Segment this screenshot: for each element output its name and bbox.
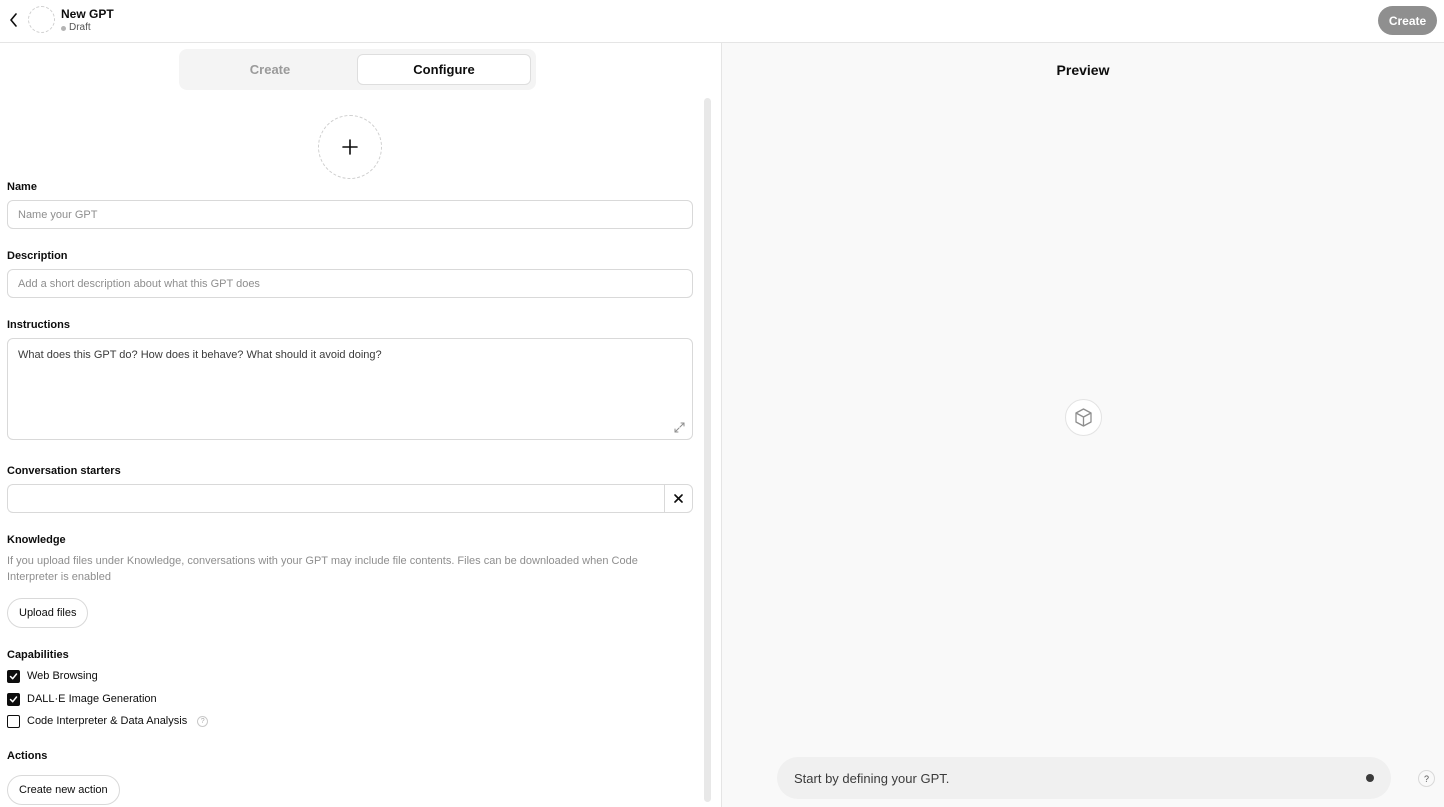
scrollbar[interactable] xyxy=(704,98,711,802)
preview-chat-box xyxy=(777,757,1391,799)
tab-create[interactable]: Create xyxy=(183,54,357,85)
upload-files-button[interactable]: Upload files xyxy=(7,598,89,628)
preview-chat-input[interactable] xyxy=(794,757,1334,799)
conversation-starter-input[interactable] xyxy=(7,484,665,513)
capability-web-browsing[interactable]: Web Browsing xyxy=(7,669,98,683)
expand-icon[interactable] xyxy=(673,421,686,434)
instructions-label: Instructions xyxy=(7,319,70,331)
actions-label: Actions xyxy=(7,750,48,762)
draft-status: Draft xyxy=(61,22,91,34)
create-new-action-button[interactable]: Create new action xyxy=(7,775,120,805)
remove-starter-button[interactable] xyxy=(664,484,693,513)
instructions-textarea[interactable] xyxy=(7,338,693,440)
close-icon xyxy=(674,494,683,503)
description-label: Description xyxy=(7,250,68,262)
gpt-placeholder-logo xyxy=(1065,399,1102,436)
knowledge-label: Knowledge xyxy=(7,534,66,546)
description-input[interactable] xyxy=(7,269,693,298)
status-dot-icon xyxy=(61,25,66,31)
tab-configure[interactable]: Configure xyxy=(357,54,531,85)
chevron-left-icon xyxy=(10,13,17,27)
capability-code-interpreter[interactable]: Code Interpreter & Data Analysis ? xyxy=(7,714,209,728)
name-label: Name xyxy=(7,181,37,193)
web-browsing-checkbox[interactable] xyxy=(7,669,20,683)
mode-tabs: Create Configure xyxy=(179,49,536,90)
check-icon xyxy=(9,695,18,702)
top-bar: New GPT Draft Create xyxy=(0,0,1444,43)
capabilities-label: Capabilities xyxy=(7,649,69,661)
send-icon[interactable] xyxy=(1366,774,1374,782)
code-interpreter-label: Code Interpreter & Data Analysis xyxy=(27,715,188,727)
help-button[interactable]: ? xyxy=(1418,770,1435,787)
conversation-starters-label: Conversation starters xyxy=(7,465,121,477)
dalle-checkbox[interactable] xyxy=(7,692,20,706)
preview-title: Preview xyxy=(1056,62,1110,78)
cube-icon xyxy=(1075,408,1092,427)
create-button[interactable]: Create xyxy=(1378,6,1437,35)
plus-icon xyxy=(342,139,358,155)
check-icon xyxy=(9,672,18,679)
capability-dalle[interactable]: DALL·E Image Generation xyxy=(7,692,157,706)
gpt-avatar[interactable] xyxy=(28,6,55,33)
info-icon[interactable]: ? xyxy=(197,715,209,727)
configure-panel: Create Configure Name Description Instru… xyxy=(0,43,722,807)
back-button[interactable] xyxy=(4,9,24,31)
draft-status-label: Draft xyxy=(69,22,91,33)
knowledge-help-text: If you upload files under Knowledge, con… xyxy=(7,555,638,583)
code-interpreter-checkbox[interactable] xyxy=(7,714,20,728)
gpt-image-upload[interactable] xyxy=(318,115,382,179)
dalle-label: DALL·E Image Generation xyxy=(27,693,157,705)
gpt-title: New GPT xyxy=(61,7,114,21)
web-browsing-label: Web Browsing xyxy=(27,670,98,682)
name-input[interactable] xyxy=(7,200,693,229)
preview-panel: Preview ? xyxy=(722,43,1444,807)
